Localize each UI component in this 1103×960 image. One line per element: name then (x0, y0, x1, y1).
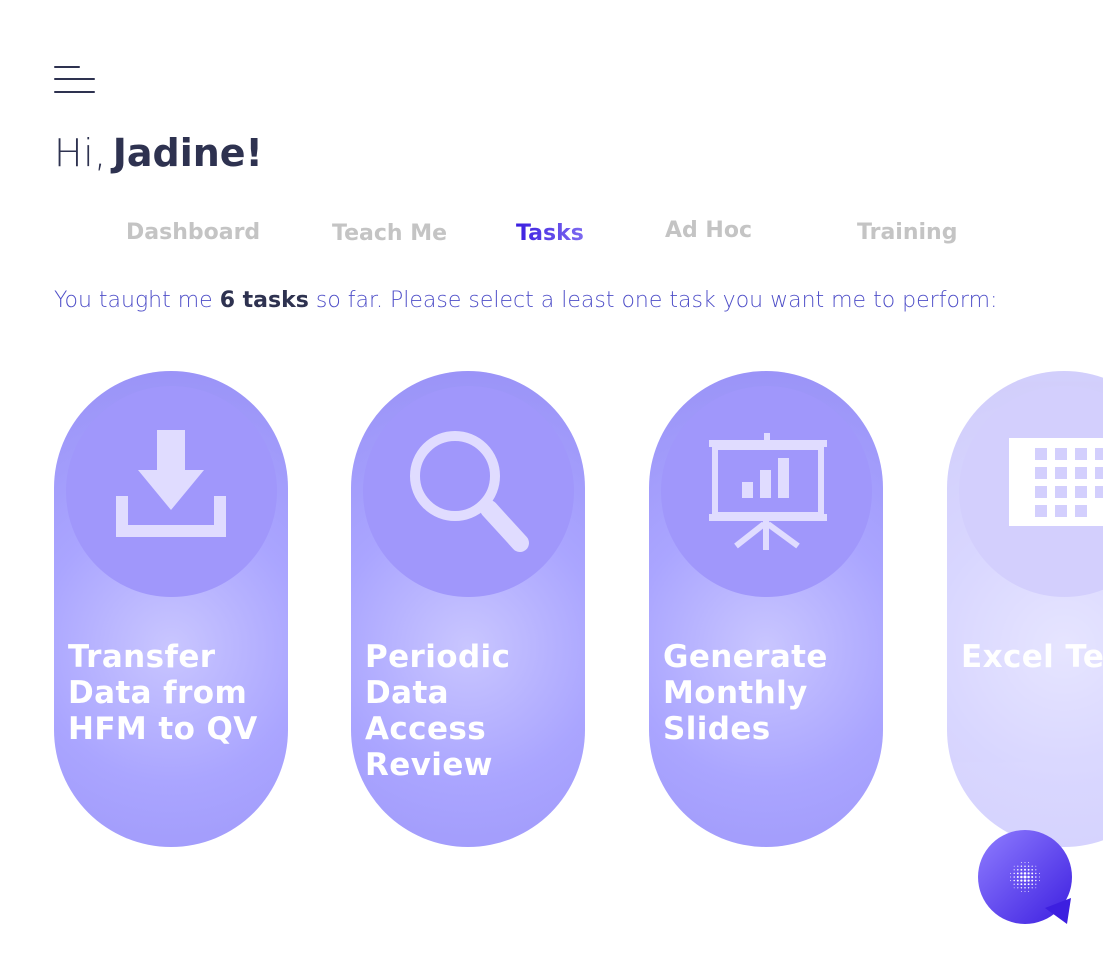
presentation-icon (709, 433, 827, 550)
chat-assistant-button[interactable] (975, 830, 1075, 926)
spreadsheet-icon (1009, 438, 1103, 526)
chat-dot (1023, 872, 1027, 875)
chat-dot (1027, 883, 1030, 886)
chat-dot (1031, 879, 1034, 882)
chat-dot (1010, 876, 1012, 878)
task-title: Excel Template Generation (961, 639, 1103, 675)
chat-dot (1010, 880, 1012, 882)
tab-bar: Dashboard Teach Me Tasks Ad Hoc Training (0, 218, 1103, 258)
chat-dot (1020, 890, 1022, 892)
chat-dot (1020, 868, 1023, 871)
tab-ad-hoc[interactable]: Ad Hoc (665, 218, 752, 243)
chat-dot (1013, 872, 1015, 875)
task-title: Transfer Data from HFM to QV (68, 639, 258, 747)
task-card[interactable]: Periodic Data Access Review (351, 371, 585, 847)
chat-dot (1024, 890, 1026, 892)
chat-dot (1013, 865, 1015, 867)
chat-dot (1016, 876, 1019, 878)
chat-dot (1038, 872, 1040, 874)
chat-dot (1024, 887, 1026, 889)
chat-dot (1017, 887, 1019, 889)
chat-dot (1031, 876, 1034, 878)
chat-dot (1024, 868, 1026, 871)
greeting: Hi, Jadine! (54, 126, 263, 180)
download-icon (116, 430, 226, 537)
chat-dot (1016, 879, 1019, 882)
tab-training[interactable]: Training (857, 220, 957, 245)
chat-dot (1024, 883, 1026, 886)
chat-dot (1035, 876, 1037, 878)
task-title: Periodic Data Access Review (365, 639, 511, 783)
chat-dot (1024, 862, 1026, 864)
chat-dot (1023, 875, 1027, 879)
chat-dot (1027, 875, 1030, 879)
chat-dot (1013, 883, 1015, 885)
chat-dot (1035, 879, 1037, 882)
chat-dot (1028, 862, 1030, 864)
chat-dot (1017, 883, 1019, 885)
chat-dot (1027, 868, 1030, 871)
task-card[interactable]: Generate Monthly Slides (649, 371, 883, 847)
chat-dot (1013, 869, 1015, 871)
chat-dot (1028, 890, 1030, 892)
task-card[interactable]: Transfer Data from HFM to QV (54, 371, 288, 847)
chat-dot (1020, 865, 1023, 867)
chat-dot (1020, 883, 1023, 886)
chat-dot (1020, 879, 1023, 882)
chat-dot (1024, 865, 1026, 867)
task-card[interactable]: Excel Template Generation (947, 371, 1103, 847)
task-title: Generate Monthly Slides (663, 639, 828, 747)
chat-dot (1016, 872, 1019, 875)
chat-dot (1020, 887, 1023, 889)
chat-dot (1038, 880, 1040, 882)
chat-dot (1031, 872, 1034, 875)
chat-dot (1027, 865, 1030, 867)
chat-dot (1027, 879, 1030, 882)
task-icon-circle (959, 386, 1103, 597)
chat-dot (1020, 872, 1023, 875)
menu-line (54, 78, 95, 80)
greeting-name: Jadine! (112, 131, 263, 175)
chat-dot (1027, 872, 1030, 875)
chat-dot (1017, 869, 1019, 871)
intro-suffix: so far. Please select a least one task y… (315, 288, 998, 313)
chat-dot (1031, 887, 1033, 889)
chat-dot (1035, 887, 1037, 889)
chat-dot (1035, 865, 1037, 867)
menu-line (54, 91, 95, 93)
chat-dot (1020, 875, 1023, 879)
greeting-hi: Hi, (54, 131, 107, 175)
intro-text: You taught me 6 tasks so far. Please sel… (54, 288, 997, 313)
chat-dot (1035, 869, 1037, 871)
search-icon (410, 431, 529, 552)
task-icon-circle (66, 386, 277, 597)
chat-dot (1013, 887, 1015, 889)
tab-teach-me[interactable]: Teach Me (332, 221, 447, 246)
chat-bubble-icon (978, 830, 1072, 924)
chat-dot (1027, 887, 1030, 889)
chat-dot (1013, 879, 1015, 882)
task-icon-circle (363, 386, 574, 597)
hamburger-menu-button[interactable] (54, 66, 96, 96)
chat-dot (1013, 876, 1015, 878)
menu-line (54, 66, 80, 68)
chat-dot (1020, 862, 1022, 864)
chat-dot (1031, 883, 1033, 885)
chat-dot (1035, 883, 1037, 885)
task-count: 6 tasks (219, 288, 309, 313)
task-icon-circle (661, 386, 872, 597)
chat-dot (1010, 872, 1012, 874)
chat-dot (1017, 865, 1019, 867)
chat-dot (1023, 879, 1027, 882)
tab-tasks[interactable]: Tasks (516, 221, 584, 246)
intro-prefix: You taught me (54, 288, 213, 313)
tab-dashboard[interactable]: Dashboard (126, 220, 260, 245)
chat-dot (1038, 876, 1040, 878)
chat-dot (1035, 872, 1037, 875)
chat-dot (1031, 865, 1033, 867)
chat-dot (1031, 869, 1033, 871)
